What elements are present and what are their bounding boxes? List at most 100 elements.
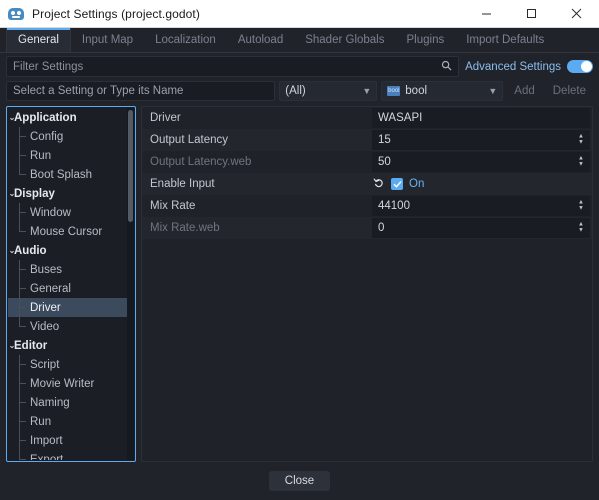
tree-category-display[interactable]: ⌄ Display bbox=[8, 184, 127, 203]
settings-category-tree[interactable]: ⌄ Application Config Run Boot Splash ⌄ Dis… bbox=[6, 106, 136, 462]
tree-item-label: Config bbox=[30, 130, 64, 143]
search-icon bbox=[441, 58, 452, 76]
tree-item-label: Display bbox=[14, 187, 55, 200]
tab-label: Shader Globals bbox=[305, 34, 385, 46]
chevron-down-icon: ▼ bbox=[362, 85, 372, 96]
maximize-button[interactable] bbox=[509, 0, 554, 28]
setting-category-dropdown[interactable]: (All) ▼ bbox=[279, 81, 378, 101]
tree-item-label: Driver bbox=[30, 301, 61, 314]
tree-item-window[interactable]: Window bbox=[8, 203, 127, 222]
close-button[interactable] bbox=[554, 0, 599, 28]
tab-shader-globals[interactable]: Shader Globals bbox=[294, 28, 395, 52]
revert-icon[interactable] bbox=[373, 177, 385, 191]
setting-category-value: (All) bbox=[285, 85, 306, 97]
chevron-down-icon: ⌄ bbox=[8, 341, 16, 350]
close-dialog-button[interactable]: Close bbox=[268, 471, 331, 491]
property-row-output-latency-web: Output Latency.web 50 ▲ ▼ bbox=[142, 151, 592, 173]
tree-scrollbar-thumb[interactable] bbox=[128, 110, 133, 222]
property-label: Driver bbox=[150, 112, 181, 124]
settings-tabbar: General Input Map Localization Autoload … bbox=[0, 28, 599, 53]
output-latency-web-spinbox[interactable]: 50 ▲ ▼ bbox=[372, 152, 590, 172]
tree-item-label: Script bbox=[30, 358, 60, 371]
setting-name-placeholder: Select a Setting or Type its Name bbox=[13, 85, 184, 97]
enable-input-checkbox[interactable] bbox=[391, 178, 403, 190]
spinner-arrows-icon[interactable]: ▲ ▼ bbox=[578, 222, 584, 234]
tree-item-import[interactable]: Import bbox=[8, 431, 127, 450]
tree-item-driver[interactable]: Driver bbox=[8, 298, 127, 317]
tree-category-application[interactable]: ⌄ Application bbox=[8, 108, 127, 127]
dialog-footer: Close bbox=[0, 462, 599, 500]
property-row-driver: Driver WASAPI bbox=[142, 107, 592, 129]
tab-autoload[interactable]: Autoload bbox=[227, 28, 294, 52]
chevron-down-icon: ⌄ bbox=[8, 246, 16, 255]
tree-item-naming[interactable]: Naming bbox=[8, 393, 127, 412]
tree-item-export[interactable]: Export bbox=[8, 450, 127, 460]
enable-input-value: On bbox=[409, 178, 425, 190]
tab-localization[interactable]: Localization bbox=[144, 28, 227, 52]
property-label: Enable Input bbox=[150, 178, 215, 190]
tree-item-label: Naming bbox=[30, 396, 70, 409]
tree-item-label: Editor bbox=[14, 339, 48, 352]
tree-item-video[interactable]: Video bbox=[8, 317, 127, 336]
property-label: Mix Rate.web bbox=[150, 222, 220, 234]
minimize-button[interactable] bbox=[464, 0, 509, 28]
property-label: Output Latency bbox=[150, 134, 228, 146]
setting-type-dropdown[interactable]: bool bool ▼ bbox=[381, 81, 504, 101]
tree-item-config[interactable]: Config bbox=[8, 127, 127, 146]
filter-row: Filter Settings Advanced Settings bbox=[0, 55, 599, 78]
spinner-arrows-icon[interactable]: ▲ ▼ bbox=[578, 200, 584, 212]
bool-type-icon: bool bbox=[387, 86, 401, 96]
chevron-down-icon: ⌄ bbox=[8, 113, 16, 122]
property-value: WASAPI bbox=[378, 112, 423, 124]
tree-item-buses[interactable]: Buses bbox=[8, 260, 127, 279]
tree-item-label: Buses bbox=[30, 263, 62, 276]
tree-item-label: Application bbox=[14, 111, 77, 124]
driver-value-field[interactable]: WASAPI bbox=[372, 108, 590, 128]
tree-item-general[interactable]: General bbox=[8, 279, 127, 298]
property-label: Output Latency.web bbox=[150, 156, 252, 168]
tree-item-movie-writer[interactable]: Movie Writer bbox=[8, 374, 127, 393]
output-latency-spinbox[interactable]: 15 ▲ ▼ bbox=[372, 130, 590, 150]
tab-import-defaults[interactable]: Import Defaults bbox=[455, 28, 555, 52]
window-titlebar: Project Settings (project.godot) bbox=[0, 0, 599, 28]
tab-general[interactable]: General bbox=[6, 28, 71, 52]
tree-item-run[interactable]: Run bbox=[8, 146, 127, 165]
tree-item-mouse-cursor[interactable]: Mouse Cursor bbox=[8, 222, 127, 241]
property-row-enable-input: Enable Input On bbox=[142, 173, 592, 195]
mix-rate-web-spinbox[interactable]: 0 ▲ ▼ bbox=[372, 218, 590, 238]
tree-item-script[interactable]: Script bbox=[8, 355, 127, 374]
enable-input-control: On bbox=[372, 177, 592, 191]
tree-category-audio[interactable]: ⌄ Audio bbox=[8, 241, 127, 260]
setting-name-input[interactable]: Select a Setting or Type its Name bbox=[6, 81, 276, 101]
add-setting-row: Select a Setting or Type its Name (All) … bbox=[0, 80, 599, 102]
window-title: Project Settings (project.godot) bbox=[32, 6, 200, 21]
property-row-mix-rate-web: Mix Rate.web 0 ▲ ▼ bbox=[142, 217, 592, 239]
filter-settings-input[interactable]: Filter Settings bbox=[6, 56, 460, 77]
filter-placeholder: Filter Settings bbox=[13, 60, 84, 73]
tab-label: General bbox=[18, 34, 59, 46]
property-value: 50 bbox=[378, 156, 391, 168]
tab-label: Input Map bbox=[81, 34, 134, 46]
delete-button[interactable]: Delete bbox=[546, 81, 593, 101]
tree-item-boot-splash[interactable]: Boot Splash bbox=[8, 165, 127, 184]
property-row-output-latency: Output Latency 15 ▲ ▼ bbox=[142, 129, 592, 151]
tree-item-editor-run[interactable]: Run bbox=[8, 412, 127, 431]
chevron-down-icon: ⌄ bbox=[8, 189, 16, 198]
add-button[interactable]: Add bbox=[507, 81, 541, 101]
property-value: 15 bbox=[378, 134, 391, 146]
property-inspector: Driver WASAPI Output Latency 15 ▲ ▼ Outpu… bbox=[141, 106, 593, 462]
project-settings-dialog: General Input Map Localization Autoload … bbox=[0, 28, 599, 500]
setting-type-value: bool bbox=[405, 85, 428, 97]
tab-label: Import Defaults bbox=[466, 34, 545, 46]
spinner-arrows-icon[interactable]: ▲ ▼ bbox=[578, 156, 584, 168]
advanced-settings-label: Advanced Settings bbox=[465, 60, 561, 73]
mix-rate-spinbox[interactable]: 44100 ▲ ▼ bbox=[372, 196, 590, 216]
tab-plugins[interactable]: Plugins bbox=[396, 28, 456, 52]
advanced-settings-toggle[interactable] bbox=[567, 60, 593, 73]
tree-category-editor[interactable]: ⌄ Editor bbox=[8, 336, 127, 355]
tree-item-label: Export bbox=[30, 453, 64, 461]
tree-scrollbar[interactable] bbox=[127, 108, 134, 460]
property-value: 44100 bbox=[378, 200, 410, 212]
tab-input-map[interactable]: Input Map bbox=[71, 28, 144, 52]
spinner-arrows-icon[interactable]: ▲ ▼ bbox=[578, 134, 584, 146]
